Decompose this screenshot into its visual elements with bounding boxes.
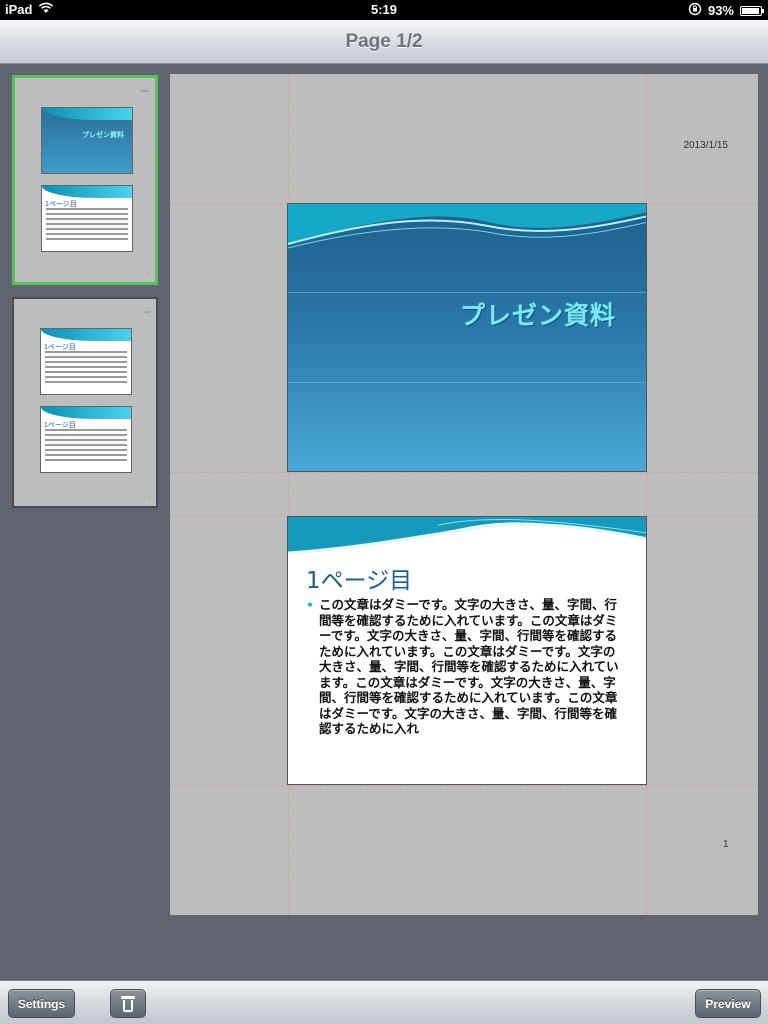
thumbnail-page-number: • [147, 271, 149, 276]
slide-content-page: 1ページ目 • この文章はダミーです。文字の大きさ、量、字間、行間等を確認するため… [287, 516, 647, 785]
thumbnail-slide-content: 1ページ目 [41, 185, 133, 252]
margin-guide [170, 785, 758, 786]
battery-icon [740, 5, 764, 16]
trash-icon [121, 995, 135, 1013]
preview-button[interactable]: Preview [695, 989, 761, 1018]
page-preview: 2013/1/15 プレゼン資料 1ページ目 • この文章はダミーです。文字の大き… [170, 74, 758, 915]
thumbnail-slide-content: 1ページ目 [40, 406, 132, 473]
slide-wave-decoration [288, 204, 646, 249]
page-thumbnail-1[interactable]: •••••• プレゼン資料 1ページ目 • [12, 75, 158, 285]
nav-bar: Page 1/2 [0, 20, 768, 64]
rotation-lock-icon [688, 2, 702, 19]
clock: 5:19 [370, 2, 398, 17]
settings-button[interactable]: Settings [8, 989, 75, 1018]
thumbnail-date: •••• [144, 309, 150, 314]
slide-wave-decoration [288, 517, 646, 555]
bullet-icon: • [306, 597, 314, 612]
page-number: 1 [723, 839, 729, 850]
margin-guide [170, 472, 758, 473]
slide-title-page: プレゼン資料 [287, 203, 647, 472]
margin-guide [288, 74, 289, 915]
slide-title-text: プレゼン資料 [459, 301, 616, 330]
thumbnail-date: •••••• [140, 88, 149, 93]
page-thumbnail-2[interactable]: •••• 1ページ目 1ページ目 • [12, 297, 158, 508]
thumbnail-slide-content: 1ページ目 [40, 328, 132, 395]
page-indicator-title: Page 1/2 [345, 31, 423, 52]
slide-bullet: • この文章はダミーです。文字の大きさ、量、字間、行間等を確認するために入れていま… [306, 597, 626, 737]
delete-button[interactable] [110, 989, 146, 1018]
margin-guide [646, 74, 647, 915]
thumbnail-slide-title: プレゼン資料 [41, 107, 133, 174]
page-date: 2013/1/15 [683, 140, 729, 151]
thumbnail-page-number: • [148, 495, 150, 500]
slide-bullet-text: この文章はダミーです。文字の大きさ、量、字間、行間等を確認するために入れています… [319, 597, 619, 736]
slide-heading: 1ページ目 [306, 568, 413, 594]
battery-percent: 93% [707, 3, 734, 18]
bottom-toolbar: Settings Preview [0, 980, 768, 1024]
status-bar: iPad 5:19 93% [0, 0, 768, 20]
